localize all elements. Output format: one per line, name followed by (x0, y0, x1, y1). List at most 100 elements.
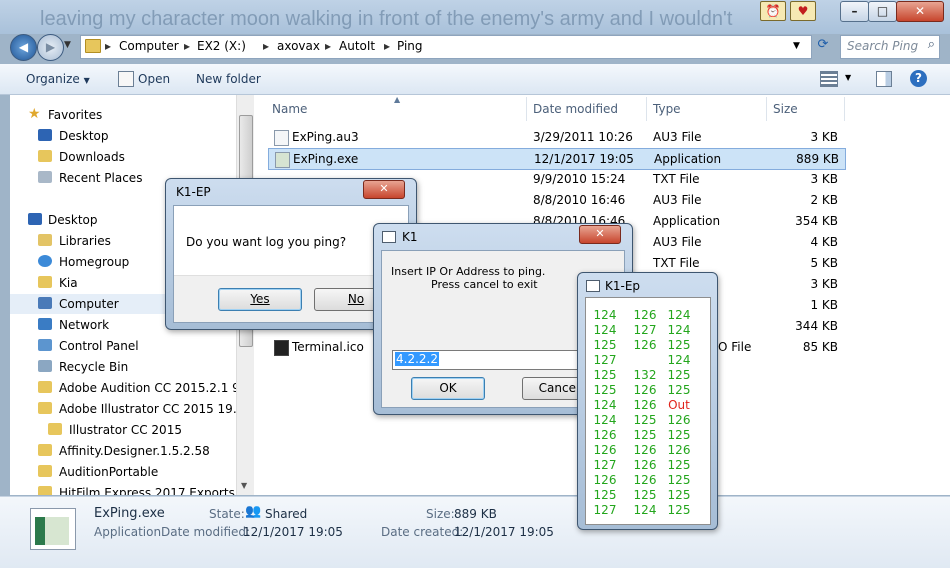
breadcrumb-drive[interactable]: EX2 (X:) (197, 39, 246, 53)
nav-item-folder[interactable]: Adobe Illustrator CC 2015 19.2.1 (x (10, 399, 240, 419)
downloads-icon (38, 150, 52, 162)
organize-button[interactable]: Organize ▼ (26, 72, 90, 86)
nav-item-label: Downloads (59, 150, 125, 164)
scroll-down-icon[interactable]: ▼ (241, 481, 247, 490)
details-filename: ExPing.exe (94, 506, 165, 521)
back-button[interactable]: ◀ (10, 34, 37, 61)
file-name: ExPing.au3 (292, 130, 359, 144)
address-dropdown-icon[interactable]: ▼ (793, 41, 800, 51)
ping-value: 127 (593, 458, 617, 472)
search-placeholder: Search Ping (847, 39, 919, 53)
nav-item-label: Desktop (59, 129, 109, 143)
nav-item-folder[interactable]: Affinity.Designer.1.5.2.58 (10, 441, 240, 461)
nav-item-label: Favorites (48, 108, 103, 122)
details-date-created: 12/1/2017 19:05 (454, 525, 554, 539)
column-header-size[interactable]: Size (773, 102, 798, 116)
details-state-value: Shared (265, 507, 308, 521)
dialog-close-button[interactable]: ✕ (579, 225, 621, 244)
ping-value: 125 (667, 488, 691, 502)
ping-value: 126 (633, 398, 657, 412)
file-size: 3 KB (810, 130, 838, 144)
ping-value: 125 (667, 473, 691, 487)
breadcrumb-ping[interactable]: Ping (397, 39, 423, 53)
ping-window: K1-Ep 124 124 125 127 125 125 124 124 126 126 127 1… (577, 272, 718, 530)
column-separator[interactable] (526, 97, 527, 121)
nav-item-label: Kia (59, 276, 78, 290)
breadcrumb-separator-icon[interactable]: ▸ (325, 39, 331, 53)
nav-item-label: AuditionPortable (59, 465, 159, 479)
nav-item-label: Adobe Illustrator CC 2015 19.2.1 (x (59, 402, 240, 416)
dialog-close-button[interactable]: ✕ (363, 180, 405, 199)
computer-icon (38, 297, 52, 309)
folder-icon (38, 465, 52, 477)
ok-button[interactable]: OK (411, 377, 485, 400)
sort-arrow-icon: ▲ (394, 95, 401, 104)
no-label: No (347, 292, 365, 306)
breadcrumb-computer[interactable]: Computer (119, 39, 179, 53)
heart-icon[interactable]: ♥ (790, 1, 816, 21)
help-icon[interactable]: ? (910, 70, 927, 87)
maximize-button[interactable]: □ (868, 1, 897, 22)
breadcrumb-axovax[interactable]: axovax (277, 39, 320, 53)
recent-pages-chevron-icon[interactable]: ▼ (64, 40, 71, 50)
file-row-selected[interactable]: ExPing.exe 12/1/2017 19:05 Application 889 … (268, 148, 846, 170)
file-date: 12/1/2017 19:05 (534, 152, 634, 166)
folder-icon (38, 402, 52, 414)
column-header-type[interactable]: Type (653, 102, 681, 116)
search-input[interactable]: Search Ping ⌕ (840, 35, 940, 59)
file-row[interactable]: ExPing.au3 3/29/2011 10:26 AU3 File 3 KB (268, 127, 844, 147)
file-size: 4 KB (810, 235, 838, 249)
breadcrumb-autoit[interactable]: AutoIt (339, 39, 375, 53)
new-folder-button[interactable]: New folder (196, 72, 261, 86)
nav-item-label: Homegroup (59, 255, 130, 269)
preview-pane-icon[interactable] (876, 71, 892, 87)
column-header-date[interactable]: Date modified (533, 102, 618, 116)
application-icon (30, 508, 76, 550)
column-separator[interactable] (766, 97, 767, 121)
ping-value: 125 (633, 413, 657, 427)
views-chevron-icon[interactable]: ▼ (845, 73, 851, 82)
dialog-message-line2: Press cancel to exit (431, 278, 538, 291)
column-separator[interactable] (844, 97, 845, 121)
shared-users-icon: 👥 (245, 504, 262, 519)
column-separator[interactable] (646, 97, 647, 121)
open-icon (118, 71, 134, 87)
nav-item-control-panel[interactable]: Control Panel (10, 336, 240, 356)
window-icon (586, 280, 600, 292)
breadcrumb-separator-icon[interactable]: ▸ (384, 39, 390, 53)
nav-item-folder[interactable]: Adobe Audition CC 2015.2.1 9.2.1 (10, 378, 240, 398)
nav-item-folder[interactable]: AuditionPortable (10, 462, 240, 482)
folder-icon (38, 486, 52, 495)
open-button[interactable]: Open (138, 72, 170, 86)
refresh-icon[interactable]: ⟳ (812, 37, 834, 55)
details-size: 889 KB (454, 507, 497, 521)
breadcrumb-separator-icon[interactable]: ▸ (105, 39, 111, 53)
views-icon[interactable] (820, 71, 838, 87)
nav-item-favorites[interactable]: ★ Favorites (10, 105, 240, 125)
folder-icon (38, 444, 52, 456)
nav-item-downloads[interactable]: Downloads (10, 147, 240, 167)
ping-value: 126 (593, 473, 617, 487)
column-header-name[interactable]: Name (272, 102, 307, 116)
file-size: 5 KB (810, 256, 838, 270)
ping-value: 124 (667, 308, 691, 322)
yes-button[interactable]: Yes (218, 288, 302, 311)
nav-item-recycle-bin[interactable]: Recycle Bin (10, 357, 240, 377)
address-input-value: 4.2.2.2 (395, 352, 439, 366)
file-size: 3 KB (810, 172, 838, 186)
breadcrumb-separator-icon[interactable]: ▸ (263, 39, 269, 53)
file-type: AU3 File (653, 130, 702, 144)
ping-value: 125 (667, 383, 691, 397)
nav-item-desktop-fav[interactable]: Desktop (10, 126, 240, 146)
ping-value: 125 (593, 368, 617, 382)
nav-item-folder[interactable]: HitFilm Express 2017 Exports (10, 483, 240, 495)
clock-icon[interactable]: ⏰ (760, 1, 786, 21)
ping-value: 124 (593, 413, 617, 427)
close-button[interactable]: ✕ (896, 1, 944, 22)
ping-value: 126 (667, 443, 691, 457)
address-bar[interactable]: ▸ Computer ▸ EX2 (X:) ▸ axovax ▸ AutoIt … (80, 35, 812, 59)
breadcrumb-separator-icon[interactable]: ▸ (184, 39, 190, 53)
minimize-button[interactable]: – (840, 1, 869, 22)
nav-item-folder[interactable]: Illustrator CC 2015 (10, 420, 240, 440)
forward-button[interactable]: ▶ (37, 34, 64, 61)
